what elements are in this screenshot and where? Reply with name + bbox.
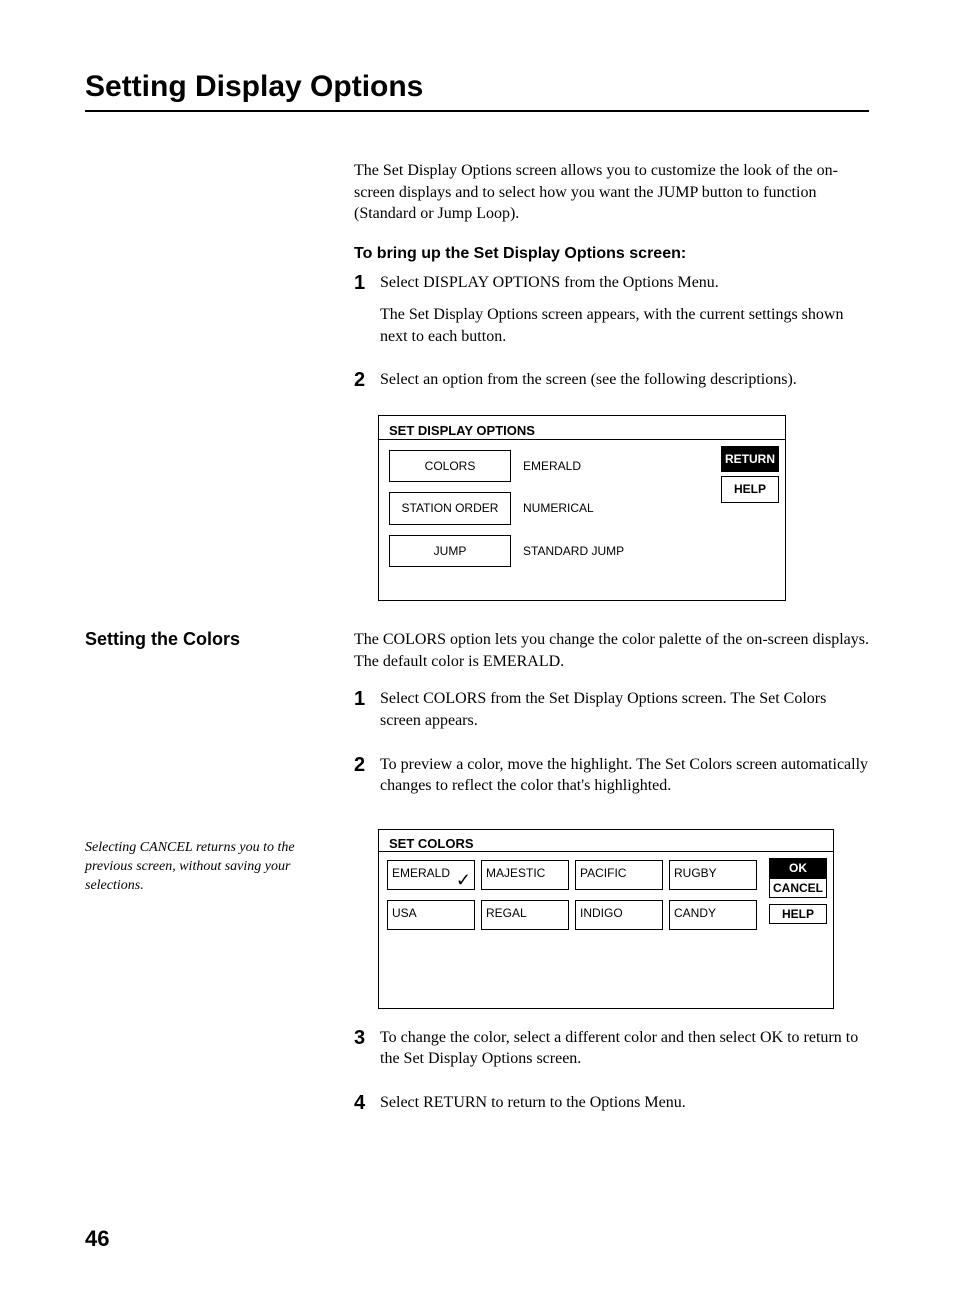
help-button[interactable]: HELP <box>769 904 827 924</box>
color-rugby-button[interactable]: RUGBY <box>669 860 757 890</box>
colors-step-4: Select RETURN to return to the Options M… <box>380 1092 869 1114</box>
procedure-heading: To bring up the Set Display Options scre… <box>354 243 869 265</box>
jump-button[interactable]: JUMP <box>389 535 511 567</box>
color-regal-button[interactable]: REGAL <box>481 900 569 930</box>
colors-intro: The COLORS option lets you change the co… <box>354 629 869 672</box>
section-heading-colors: Setting the Colors <box>85 629 350 819</box>
colors-step-2: To preview a color, move the highlight. … <box>380 754 869 797</box>
color-label: EMERALD <box>392 866 450 880</box>
step-number: 4 <box>354 1092 380 1114</box>
cancel-button[interactable]: CANCEL <box>769 878 827 898</box>
return-button[interactable]: RETURN <box>721 446 779 472</box>
colors-step-1: Select COLORS from the Set Display Optio… <box>380 688 869 731</box>
cancel-note: Selecting CANCEL returns you to the prev… <box>85 839 350 1136</box>
colors-button[interactable]: COLORS <box>389 450 511 482</box>
color-emerald-button[interactable]: EMERALD ✓ <box>387 860 475 890</box>
station-order-button[interactable]: STATION ORDER <box>389 492 511 524</box>
step-2: Select an option from the screen (see th… <box>380 369 869 391</box>
screen-title: SET COLORS <box>379 830 833 851</box>
page-number: 46 <box>85 1226 869 1252</box>
step-number: 2 <box>354 754 380 776</box>
step-number: 3 <box>354 1027 380 1049</box>
step-number: 2 <box>354 369 380 391</box>
set-colors-screen: SET COLORS EMERALD ✓ MAJESTIC PACIFIC RU… <box>378 829 834 1009</box>
page-title: Setting Display Options <box>85 70 869 112</box>
intro-block: The Set Display Options screen allows yo… <box>354 144 869 601</box>
screen-title: SET DISPLAY OPTIONS <box>379 416 785 440</box>
color-usa-button[interactable]: USA <box>387 900 475 930</box>
step-number: 1 <box>354 688 380 710</box>
help-button[interactable]: HELP <box>721 476 779 502</box>
colors-value: EMERALD <box>523 458 581 474</box>
set-display-options-screen: SET DISPLAY OPTIONS COLORS EMERALD STATI… <box>378 415 786 602</box>
jump-value: STANDARD JUMP <box>523 543 624 559</box>
checkmark-icon: ✓ <box>456 870 471 891</box>
color-majestic-button[interactable]: MAJESTIC <box>481 860 569 890</box>
color-pacific-button[interactable]: PACIFIC <box>575 860 663 890</box>
colors-step-3: To change the color, select a different … <box>380 1027 869 1070</box>
color-candy-button[interactable]: CANDY <box>669 900 757 930</box>
color-indigo-button[interactable]: INDIGO <box>575 900 663 930</box>
intro-text: The Set Display Options screen allows yo… <box>354 160 869 225</box>
step-1b: The Set Display Options screen appears, … <box>380 304 869 347</box>
step-1a: Select DISPLAY OPTIONS from the Options … <box>380 272 869 294</box>
step-number: 1 <box>354 272 380 294</box>
ok-button[interactable]: OK <box>769 858 827 878</box>
station-order-value: NUMERICAL <box>523 500 594 516</box>
